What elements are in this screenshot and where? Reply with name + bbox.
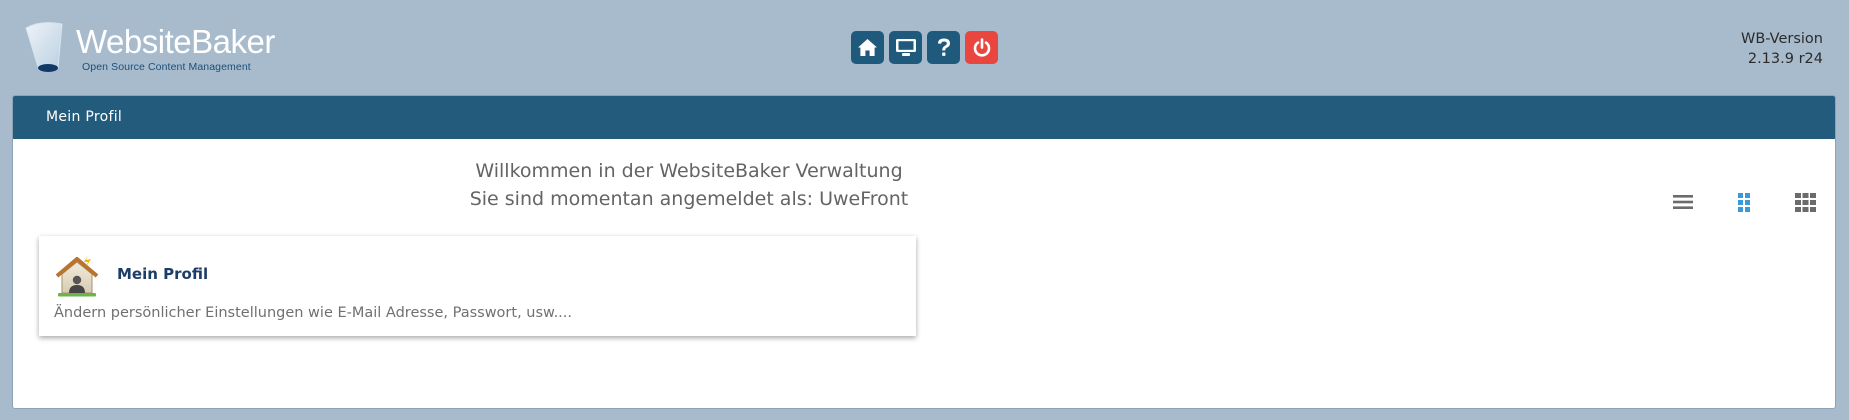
welcome-line: Willkommen in der WebsiteBaker Verwaltun… <box>475 160 903 182</box>
header: WebsiteBaker Open Source Content Managem… <box>0 0 1849 94</box>
welcome-message: Willkommen in der WebsiteBaker Verwaltun… <box>13 157 1365 213</box>
card-description: Ändern persönlicher Einstellungen wie E-… <box>54 305 572 321</box>
logged-in-line: Sie sind momentan angemeldet als: UweFro… <box>469 188 909 210</box>
list-view-button[interactable] <box>1671 190 1695 214</box>
home-icon <box>858 39 877 56</box>
version-info: WB-Version 2.13.9 r24 <box>1741 29 1823 69</box>
power-icon <box>973 37 990 57</box>
websitebaker-logo[interactable]: WebsiteBaker Open Source Content Managem… <box>24 20 284 76</box>
version-number: 2.13.9 r24 <box>1747 51 1823 67</box>
grid-3-view-icon <box>1795 193 1816 212</box>
grid-2-view-button[interactable] <box>1732 190 1756 214</box>
logout-button[interactable] <box>965 31 998 64</box>
top-toolbar <box>851 31 998 64</box>
user-profile-icon <box>55 255 99 297</box>
panel-title: Mein Profil <box>13 96 1835 139</box>
main-panel: Mein Profil Willkommen in der WebsiteBak… <box>12 95 1836 409</box>
logo-tagline: Open Source Content Management <box>82 61 251 73</box>
version-label: WB-Version <box>1741 31 1823 47</box>
view-mode-switcher <box>1671 190 1817 214</box>
grid-3-view-button[interactable] <box>1793 190 1817 214</box>
question-icon <box>937 38 950 56</box>
logo-name: WebsiteBaker <box>76 23 275 60</box>
home-button[interactable] <box>851 31 884 64</box>
card-title: Mein Profil <box>117 265 209 283</box>
logo-bucket-icon <box>25 22 63 73</box>
card-mein-profil[interactable]: Mein Profil Ändern persönlicher Einstell… <box>39 236 916 336</box>
preview-button[interactable] <box>889 31 922 64</box>
monitor-icon <box>895 39 916 56</box>
list-view-icon <box>1673 195 1693 209</box>
help-button[interactable] <box>927 31 960 64</box>
grid-2-view-icon <box>1738 193 1750 212</box>
